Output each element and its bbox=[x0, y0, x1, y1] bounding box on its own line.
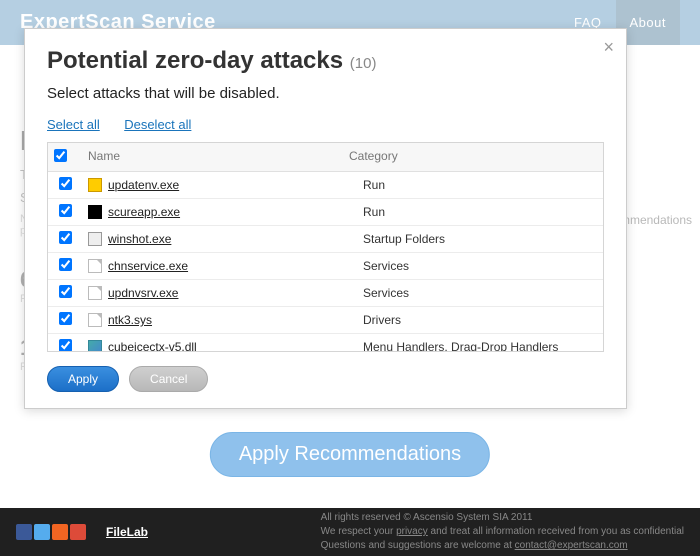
table-header: Name Category bbox=[48, 143, 603, 172]
share-icon[interactable] bbox=[70, 524, 86, 540]
col-name[interactable]: Name bbox=[82, 143, 343, 171]
row-checkbox[interactable] bbox=[59, 231, 72, 244]
file-icon bbox=[88, 232, 102, 246]
row-checkbox[interactable] bbox=[59, 285, 72, 298]
file-icon bbox=[88, 286, 102, 300]
apply-button[interactable]: Apply bbox=[47, 366, 119, 392]
file-name[interactable]: winshot.exe bbox=[108, 232, 171, 246]
table-row: cubeicectx-v5.dll Menu Handlers, Drag-Dro… bbox=[48, 334, 603, 352]
row-checkbox[interactable] bbox=[59, 312, 72, 325]
attacks-table: Name Category updatenv.exeRunscureapp.ex… bbox=[47, 142, 604, 352]
file-icon bbox=[88, 259, 102, 273]
table-row: winshot.exe Startup Folders bbox=[48, 226, 603, 253]
cancel-button[interactable]: Cancel bbox=[129, 366, 208, 392]
table-row: chnservice.exe Services bbox=[48, 253, 603, 280]
file-name[interactable]: cubeicectx-v5.dll bbox=[108, 340, 197, 352]
file-name[interactable]: updnvsrv.exe bbox=[108, 286, 178, 300]
zero-day-modal: × Potential zero-day attacks (10) Select… bbox=[24, 28, 627, 409]
table-row: scureapp.exe Run bbox=[48, 199, 603, 226]
header-checkbox[interactable] bbox=[54, 149, 67, 162]
file-icon bbox=[88, 313, 102, 327]
file-name[interactable]: scureapp.exe bbox=[108, 205, 180, 219]
file-icon bbox=[88, 205, 102, 219]
filelab-link[interactable]: FileLab bbox=[106, 525, 148, 539]
table-row: ntk3.sys Drivers bbox=[48, 307, 603, 334]
footer-legal: All rights reserved © Ascensio System SI… bbox=[321, 511, 684, 553]
table-row: updatenv.exe Run bbox=[48, 172, 603, 199]
modal-count: (10) bbox=[350, 55, 377, 72]
file-category: Run bbox=[357, 200, 603, 224]
file-name[interactable]: ntk3.sys bbox=[108, 313, 152, 327]
contact-link[interactable]: contact@expertscan.com bbox=[515, 540, 628, 551]
select-all-link[interactable]: Select all bbox=[47, 117, 100, 132]
row-checkbox[interactable] bbox=[59, 204, 72, 217]
close-icon[interactable]: × bbox=[603, 37, 614, 58]
footer: FileLab All rights reserved © Ascensio S… bbox=[0, 508, 700, 556]
modal-title: Potential zero-day attacks (10) bbox=[47, 47, 604, 75]
file-icon bbox=[88, 340, 102, 352]
file-category: Services bbox=[357, 254, 603, 278]
row-checkbox[interactable] bbox=[59, 258, 72, 271]
social-icons bbox=[16, 524, 86, 540]
file-icon bbox=[88, 178, 102, 192]
file-category: Drivers bbox=[357, 308, 603, 332]
facebook-icon[interactable] bbox=[16, 524, 32, 540]
rss-icon[interactable] bbox=[52, 524, 68, 540]
col-category[interactable]: Category bbox=[343, 143, 603, 171]
modal-subtitle: Select attacks that will be disabled. bbox=[47, 85, 604, 102]
row-checkbox[interactable] bbox=[59, 339, 72, 352]
file-category: Startup Folders bbox=[357, 227, 603, 251]
apply-recommendations-button[interactable]: Apply Recommendations bbox=[210, 432, 490, 477]
deselect-all-link[interactable]: Deselect all bbox=[124, 117, 191, 132]
file-category: Run bbox=[357, 173, 603, 197]
file-name[interactable]: updatenv.exe bbox=[108, 178, 179, 192]
row-checkbox[interactable] bbox=[59, 177, 72, 190]
file-name[interactable]: chnservice.exe bbox=[108, 259, 188, 273]
file-category: Services bbox=[357, 281, 603, 305]
table-row: updnvsrv.exe Services bbox=[48, 280, 603, 307]
twitter-icon[interactable] bbox=[34, 524, 50, 540]
file-category: Menu Handlers, Drag-Drop Handlers bbox=[357, 335, 603, 352]
privacy-link[interactable]: privacy bbox=[396, 526, 428, 537]
